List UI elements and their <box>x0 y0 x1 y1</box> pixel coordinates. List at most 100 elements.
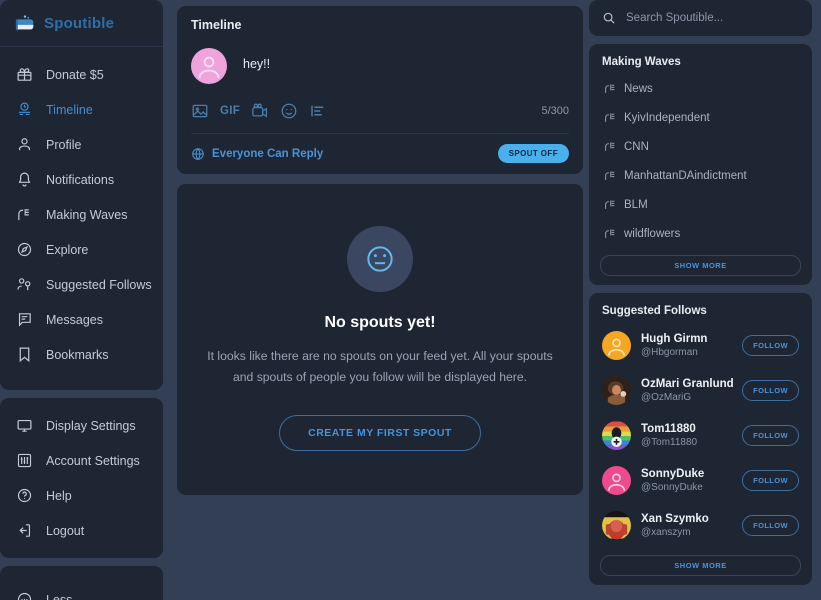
globe-icon <box>191 147 205 161</box>
main-content: Timeline hey!! GIF 5/300 Everyone Can Re… <box>173 0 583 600</box>
making-waves-item-label: News <box>624 82 653 95</box>
avatar[interactable] <box>191 48 227 84</box>
sidebar-item-less[interactable]: Less <box>0 582 163 600</box>
making-waves-item-label: wildflowers <box>624 227 681 240</box>
sidebar-primary-nav: Donate $5 Timeline Profile Notifications… <box>0 47 163 380</box>
follow-button[interactable]: FOLLOW <box>742 425 799 446</box>
making-waves-card: Making Waves News KyivIndependent CNN Ma… <box>589 44 812 285</box>
follow-button[interactable]: FOLLOW <box>742 335 799 356</box>
sidebar-item-bookmarks[interactable]: Bookmarks <box>0 337 163 372</box>
sliders-icon <box>16 452 33 469</box>
avatar[interactable] <box>602 511 631 540</box>
sidebar-item-label: Account Settings <box>46 453 140 468</box>
avatar[interactable] <box>602 421 631 450</box>
making-waves-item-news[interactable]: News <box>600 74 801 103</box>
making-waves-item-manhattandaindictment[interactable]: ManhattanDAindictment <box>600 161 801 190</box>
char-counter: 5/300 <box>541 105 569 117</box>
sidebar-item-label: Making Waves <box>46 207 128 222</box>
user-handle: @xanszym <box>641 526 691 538</box>
follow-button[interactable]: FOLLOW <box>742 515 799 536</box>
sidebar-item-label: Suggested Follows <box>46 277 152 292</box>
empty-state-description: It looks like there are no spouts on you… <box>207 349 553 385</box>
composer-footer: Everyone Can Reply SPOUT OFF <box>191 133 569 174</box>
sidebar-item-notifications[interactable]: Notifications <box>0 162 163 197</box>
list-item: OzMari Granlund @OzMariG FOLLOW <box>600 368 801 413</box>
avatar[interactable] <box>602 331 631 360</box>
wave-icon <box>16 206 33 223</box>
user-handle: @Tom11880 <box>641 436 698 448</box>
monitor-icon <box>16 417 33 434</box>
wave-icon <box>604 140 617 153</box>
making-waves-item-blm[interactable]: BLM <box>600 190 801 219</box>
sidebar-item-label: Less <box>46 592 73 600</box>
making-waves-title: Making Waves <box>602 56 681 68</box>
sidebar-item-label: Display Settings <box>46 418 136 433</box>
sidebar-item-explore[interactable]: Explore <box>0 232 163 267</box>
follow-button[interactable]: FOLLOW <box>742 380 799 401</box>
search-input[interactable] <box>626 12 799 24</box>
suggested-follows-show-more-button[interactable]: SHOW MORE <box>600 555 801 576</box>
sidebar-item-label: Explore <box>46 242 89 257</box>
wave-icon <box>604 111 617 124</box>
create-first-spout-button[interactable]: CREATE MY FIRST SPOUT <box>279 414 481 451</box>
composer-body: hey!! <box>191 48 569 100</box>
reply-scope-selector[interactable]: Everyone Can Reply <box>191 147 323 161</box>
avatar[interactable] <box>602 376 631 405</box>
list-item: Xan Szymko @xanszym FOLLOW <box>600 503 801 548</box>
bell-icon <box>16 171 33 188</box>
spout-off-button[interactable]: SPOUT OFF <box>497 144 569 163</box>
spout-composer: Timeline hey!! GIF 5/300 Everyone Can Re… <box>177 6 583 174</box>
sidebar-item-account-settings[interactable]: Account Settings <box>0 443 163 478</box>
sidebar-item-label: Notifications <box>46 172 115 187</box>
follow-button[interactable]: FOLLOW <box>742 470 799 491</box>
search-bar[interactable] <box>589 0 812 36</box>
user-meta: Tom11880 @Tom11880 <box>641 422 732 450</box>
sidebar-item-logout[interactable]: Logout <box>0 513 163 548</box>
sidebar-less-panel: Less <box>0 566 163 600</box>
brand-name: Spoutible <box>44 14 115 32</box>
sidebar-item-timeline[interactable]: Timeline <box>0 92 163 127</box>
making-waves-show-more-button[interactable]: SHOW MORE <box>600 255 801 276</box>
wave-icon <box>604 169 617 182</box>
user-meta: Xan Szymko @xanszym <box>641 512 732 540</box>
video-icon[interactable] <box>251 102 269 120</box>
sidebar-item-label: Profile <box>46 137 82 152</box>
avatar[interactable] <box>602 466 631 495</box>
gift-icon <box>16 66 33 83</box>
sidebar-item-making-waves[interactable]: Making Waves <box>0 197 163 232</box>
brand-logo[interactable]: Spoutible <box>0 12 163 47</box>
sidebar-item-help[interactable]: Help <box>0 478 163 513</box>
whale-spout-icon <box>14 12 36 34</box>
list-item: Tom11880 @Tom11880 FOLLOW <box>600 413 801 458</box>
wave-icon <box>604 198 617 211</box>
wave-icon <box>604 82 617 95</box>
sidebar-item-profile[interactable]: Profile <box>0 127 163 162</box>
sidebar-item-messages[interactable]: Messages <box>0 302 163 337</box>
making-waves-item-label: KyivIndependent <box>624 111 710 124</box>
sidebar-item-label: Donate $5 <box>46 67 104 82</box>
sidebar-item-label: Messages <box>46 312 103 327</box>
gif-icon[interactable]: GIF <box>220 105 240 117</box>
user-name: Hugh Girmn <box>641 332 708 345</box>
search-icon <box>602 11 616 25</box>
sidebar-item-donate[interactable]: Donate $5 <box>0 57 163 92</box>
user-meta: Hugh Girmn @Hbgorman <box>641 332 732 360</box>
making-waves-item-wildflowers[interactable]: wildflowers <box>600 219 801 248</box>
emoji-icon[interactable] <box>280 102 298 120</box>
sidebar-item-label: Timeline <box>46 102 93 117</box>
making-waves-item-cnn[interactable]: CNN <box>600 132 801 161</box>
sidebar-item-display-settings[interactable]: Display Settings <box>0 408 163 443</box>
timeline-icon <box>16 101 33 118</box>
logout-icon <box>16 522 33 539</box>
sidebar-item-suggested-follows[interactable]: Suggested Follows <box>0 267 163 302</box>
list-item: SonnyDuke @SonnyDuke FOLLOW <box>600 458 801 503</box>
poll-icon[interactable] <box>309 102 327 120</box>
question-circle-icon <box>16 487 33 504</box>
neutral-face-icon <box>347 226 413 292</box>
composer-toolbar: GIF 5/300 <box>191 100 569 133</box>
making-waves-item-kyivindependent[interactable]: KyivIndependent <box>600 103 801 132</box>
user-handle: @Hbgorman <box>641 346 698 358</box>
image-icon[interactable] <box>191 102 209 120</box>
sidebar-logo-panel: Spoutible Donate $5 Timeline Profile Not… <box>0 0 163 390</box>
composer-input[interactable]: hey!! <box>243 48 270 71</box>
